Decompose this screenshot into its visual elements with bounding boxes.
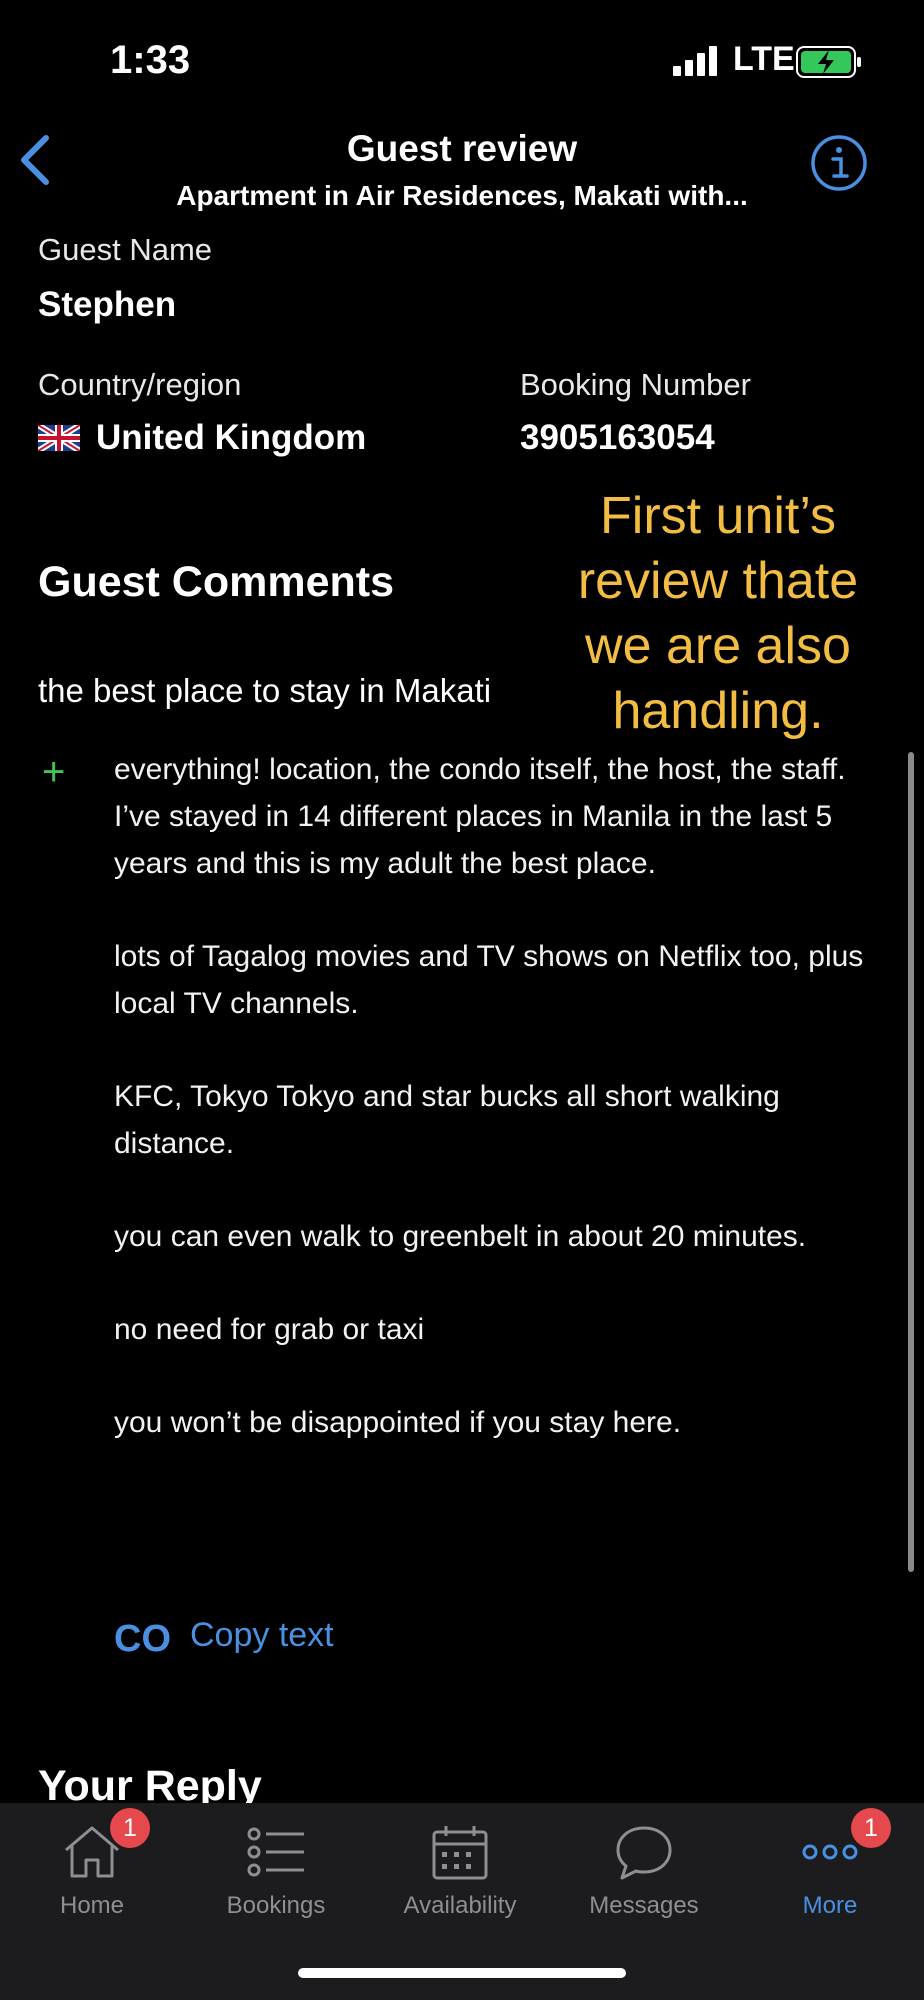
annotation-line: we are also — [585, 617, 851, 675]
annotation-line: handling. — [612, 682, 824, 740]
booking-number: 3905163054 — [520, 418, 715, 457]
status-time: 1:33 — [110, 38, 191, 82]
tab-label: Messages — [589, 1892, 699, 1919]
annotation-line: review thate — [577, 552, 859, 610]
page-title: Guest review — [346, 128, 578, 169]
tab-label: Home — [59, 1892, 125, 1919]
country-label: Country/region — [38, 367, 242, 402]
country-value: United Kingdom — [96, 418, 367, 457]
calendar-icon — [432, 1826, 488, 1880]
positive-plus-icon: + — [42, 750, 66, 794]
annotation-line: First unit’s — [600, 487, 836, 545]
annotation-note: First unit’s review thate we are also ha… — [540, 484, 896, 744]
chat-bubble-icon — [616, 1826, 672, 1880]
more-badge: 1 — [851, 1808, 891, 1848]
positive-review-text: everything! location, the condo itself, … — [114, 746, 894, 1492]
home-badge: 1 — [110, 1808, 150, 1848]
review-paragraph: you won’t be disappointed if you stay he… — [114, 1406, 682, 1439]
review-paragraph: everything! location, the condo itself, … — [114, 753, 846, 880]
uk-flag-icon — [38, 425, 80, 451]
tab-label: More — [802, 1892, 858, 1919]
review-paragraph: you can even walk to greenbelt in about … — [114, 1220, 807, 1253]
guest-name: Stephen — [38, 285, 177, 324]
review-paragraph: no need for grab or taxi — [114, 1313, 425, 1346]
signal-icon — [673, 46, 717, 76]
tab-bookings[interactable]: Bookings — [184, 1822, 368, 1920]
tab-label: Bookings — [226, 1892, 326, 1919]
network-type: LTE — [733, 40, 795, 78]
copy-icon[interactable]: CO — [114, 1618, 171, 1661]
review-paragraph: KFC, Tokyo Tokyo and star bucks all shor… — [114, 1080, 780, 1160]
tab-home[interactable]: Home — [0, 1822, 184, 1920]
info-icon[interactable] — [809, 133, 869, 193]
copy-text-button[interactable]: Copy text — [190, 1616, 334, 1655]
review-paragraph: lots of Tagalog movies and TV shows on N… — [114, 940, 864, 1020]
list-icon — [247, 1827, 304, 1877]
tab-availability[interactable]: Availability — [368, 1822, 552, 1920]
home-indicator — [298, 1968, 626, 1978]
battery-charging-icon — [796, 46, 861, 78]
tab-messages[interactable]: Messages — [552, 1822, 736, 1920]
booking-number-label: Booking Number — [520, 367, 751, 402]
tab-more[interactable]: More — [738, 1822, 922, 1920]
guest-comments-heading: Guest Comments — [38, 558, 395, 606]
page-subtitle: Apartment in Air Residences, Makati with… — [176, 180, 748, 211]
tab-label: Availability — [403, 1892, 517, 1919]
review-title: the best place to stay in Makati — [38, 672, 492, 709]
scrollbar[interactable] — [908, 752, 914, 1572]
guest-name-label: Guest Name — [38, 232, 213, 267]
